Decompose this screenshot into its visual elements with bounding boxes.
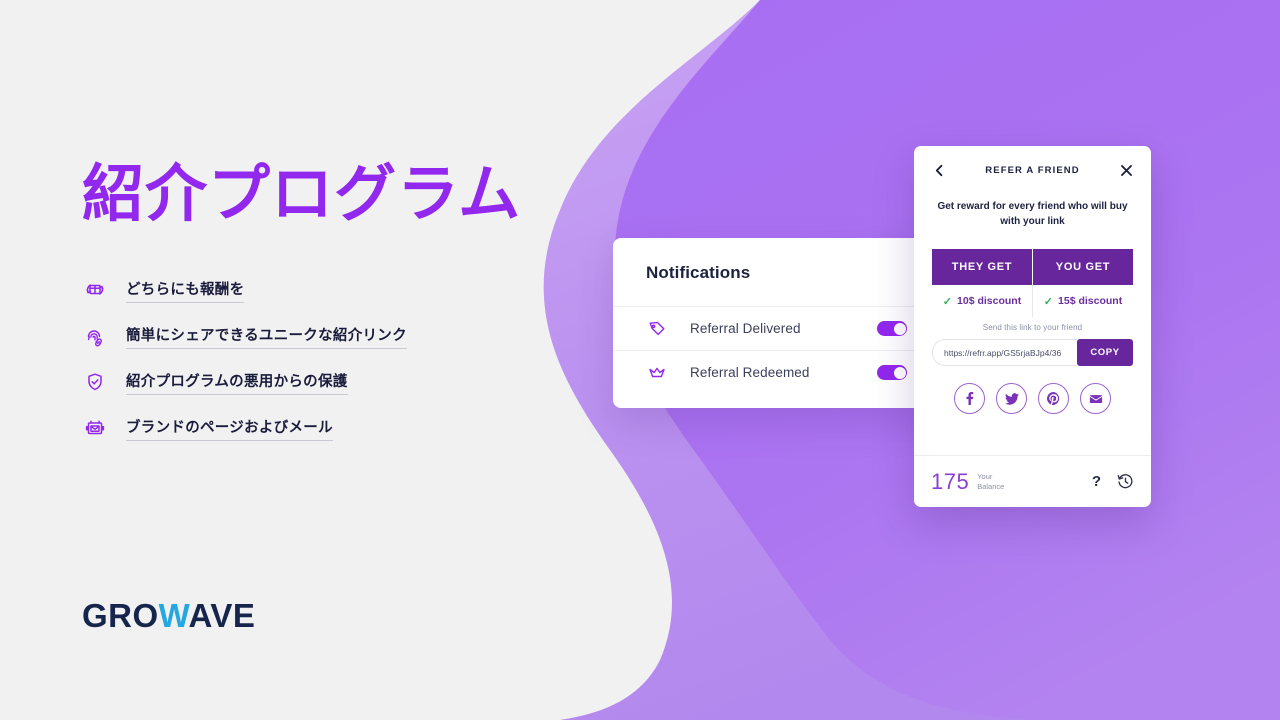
notification-toggle[interactable] (877, 365, 907, 380)
pinterest-icon[interactable] (1038, 383, 1069, 414)
discount-you-get: ✓ 15$ discount (1032, 285, 1133, 317)
discount-label: 10$ discount (957, 295, 1022, 307)
notification-label: Referral Redeemed (690, 365, 810, 380)
reward-tabs: THEY GET YOU GET (932, 249, 1133, 285)
logo-part-1: GRO (82, 597, 159, 634)
modal-subtitle: Get reward for every friend who will buy… (937, 201, 1128, 227)
gift-refresh-icon (82, 277, 108, 303)
toggle-knob (893, 322, 906, 335)
feature-label: 簡単にシェアできるユニークな紹介リンク (126, 324, 407, 349)
feature-label: ブランドのページおよびメール (126, 416, 333, 441)
shield-check-icon (82, 369, 108, 395)
tag-icon (646, 318, 668, 340)
hero-section: 紹介プログラム どちらにも報酬を 簡単にシェアできるユニークな紹介リンク 紹介プ… (82, 160, 552, 451)
refer-a-friend-modal: REFER A FRIEND Get reward for every frie… (914, 146, 1151, 507)
chevron-left-icon[interactable] (931, 162, 947, 178)
help-button[interactable]: ? (1092, 473, 1101, 490)
feature-label: どちらにも報酬を (126, 278, 245, 303)
copy-button[interactable]: COPY (1077, 339, 1133, 366)
toggle-knob (893, 366, 906, 379)
page-title: 紹介プログラム (82, 160, 522, 229)
notification-label: Referral Delivered (690, 321, 801, 336)
referral-link-row: https://refrr.app/GS5rjaBJp4/36 COPY (932, 339, 1133, 366)
check-icon: ✓ (942, 295, 953, 308)
notifications-card: Notifications Referral Delivered Referra… (613, 238, 931, 408)
notification-toggle[interactable] (877, 321, 907, 336)
modal-header: REFER A FRIEND (914, 146, 1151, 194)
check-icon: ✓ (1043, 295, 1054, 308)
close-icon[interactable] (1118, 162, 1134, 178)
notifications-list: Referral Delivered Referral Redeemed (613, 306, 931, 394)
feature-item-fraud-protection[interactable]: 紹介プログラムの悪用からの保護 (82, 359, 552, 405)
modal-footer: 175 Your Balance ? (914, 455, 1151, 507)
notification-row-referral-delivered[interactable]: Referral Delivered (613, 306, 931, 350)
email-icon[interactable] (1080, 383, 1111, 414)
discount-label: 15$ discount (1058, 295, 1123, 307)
twitter-icon[interactable] (996, 383, 1027, 414)
notification-row-referral-redeemed[interactable]: Referral Redeemed (613, 350, 931, 394)
modal-title: REFER A FRIEND (985, 164, 1080, 176)
balance-value: 175 (931, 468, 970, 494)
feature-list: どちらにも報酬を 簡単にシェアできるユニークな紹介リンク 紹介プログラムの悪用か… (82, 267, 552, 451)
discount-they-get: ✓ 10$ discount (932, 285, 1032, 317)
send-link-hint: Send this link to your friend (982, 323, 1083, 332)
branded-email-icon (82, 415, 108, 441)
feature-label: 紹介プログラムの悪用からの保護 (126, 370, 348, 395)
balance-label-line1: Your (977, 472, 993, 482)
tab-they-get[interactable]: THEY GET (932, 249, 1032, 285)
referral-link-input[interactable]: https://refrr.app/GS5rjaBJp4/36 (932, 339, 1077, 366)
fingerprint-link-icon (82, 323, 108, 349)
balance-label-line2: Balance (977, 481, 1005, 491)
logo-accent-w: W (158, 597, 189, 634)
balance-label: Your Balance (977, 472, 1004, 491)
logo-part-3: AVE (188, 597, 256, 634)
notifications-title: Notifications (646, 263, 751, 282)
feature-item-branded-pages[interactable]: ブランドのページおよびメール (82, 405, 552, 451)
feature-item-reward[interactable]: どちらにも報酬を (82, 267, 552, 313)
feature-item-unique-link[interactable]: 簡単にシェアできるユニークな紹介リンク (82, 313, 552, 359)
social-share-row (914, 383, 1151, 414)
crown-icon (646, 362, 668, 384)
facebook-icon[interactable] (954, 383, 985, 414)
growave-logo: GROWAVE (82, 597, 255, 635)
tab-you-get[interactable]: YOU GET (1032, 249, 1133, 285)
discount-row: ✓ 10$ discount ✓ 15$ discount (932, 285, 1133, 317)
history-clock-icon[interactable] (1117, 473, 1134, 490)
